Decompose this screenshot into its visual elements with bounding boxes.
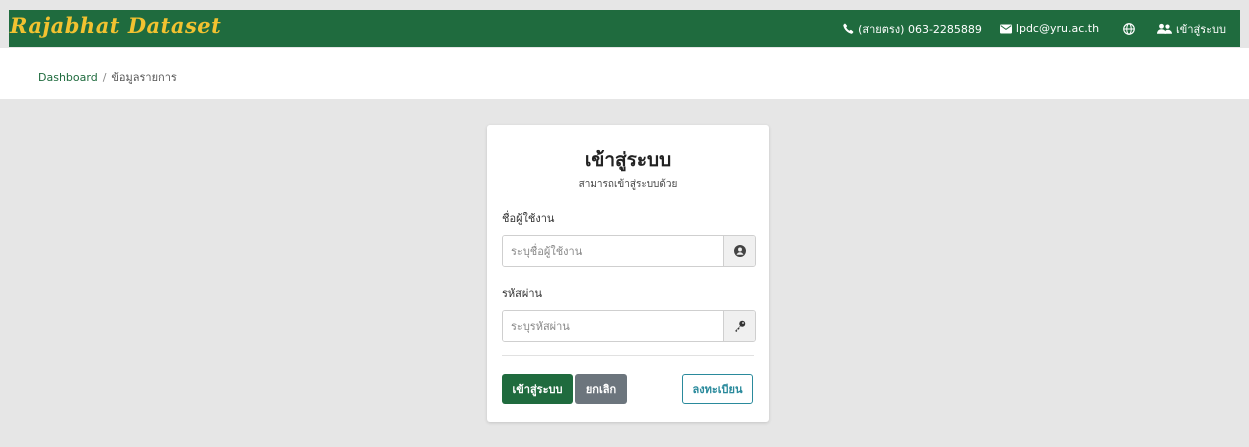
login-subtitle: สามารถเข้าสู่ระบบด้วย — [578, 179, 678, 190]
breadcrumb-bar: Dashboard / ข้อมูลรายการ — [0, 48, 1249, 99]
phone-link[interactable]: (สายตรง) 063-2285889 — [843, 20, 982, 38]
breadcrumb-separator: / — [102, 71, 107, 84]
username-group — [502, 235, 756, 267]
login-card: เข้าสู่ระบบ สามารถเข้าสู่ระบบด้วย ชื่อผู… — [487, 125, 769, 422]
form-divider — [502, 355, 754, 356]
phone-text: (สายตรง) 063-2285889 — [858, 22, 982, 36]
top-navbar: Rajabhat Dataset (สายตรง) 063-2285889 lp… — [9, 10, 1240, 47]
email-link[interactable]: lpdc@yru.ac.th — [999, 22, 1100, 35]
password-input[interactable] — [503, 311, 723, 341]
breadcrumb-current: ข้อมูลรายการ — [111, 71, 177, 84]
phone-icon — [843, 23, 854, 34]
login-link-text: เข้าสู่ระบบ — [1176, 22, 1226, 36]
envelope-icon — [999, 24, 1012, 34]
breadcrumb-home[interactable]: Dashboard — [38, 71, 98, 84]
brand-logo[interactable]: Rajabhat Dataset — [10, 13, 221, 38]
globe-icon — [1123, 22, 1135, 35]
username-label: ชื่อผู้ใช้งาน — [502, 212, 555, 225]
users-icon — [1157, 23, 1173, 34]
top-nav-links: (สายตรง) 063-2285889 lpdc@yru.ac.th เข้า… — [843, 10, 1226, 47]
password-label: รหัสผ่าน — [502, 287, 543, 300]
username-input[interactable] — [503, 236, 723, 266]
email-text: lpdc@yru.ac.th — [1015, 22, 1100, 35]
language-toggle[interactable] — [1123, 22, 1135, 35]
login-title: เข้าสู่ระบบ — [584, 149, 672, 171]
register-button[interactable]: ลงทะเบียน — [682, 374, 753, 404]
login-button[interactable]: เข้าสู่ระบบ — [502, 374, 573, 404]
user-circle-icon — [723, 236, 755, 266]
key-icon — [723, 311, 755, 341]
breadcrumb: Dashboard / ข้อมูลรายการ — [38, 68, 177, 86]
password-group — [502, 310, 756, 342]
cancel-button[interactable]: ยกเลิก — [575, 374, 627, 404]
login-link[interactable]: เข้าสู่ระบบ — [1157, 20, 1226, 38]
